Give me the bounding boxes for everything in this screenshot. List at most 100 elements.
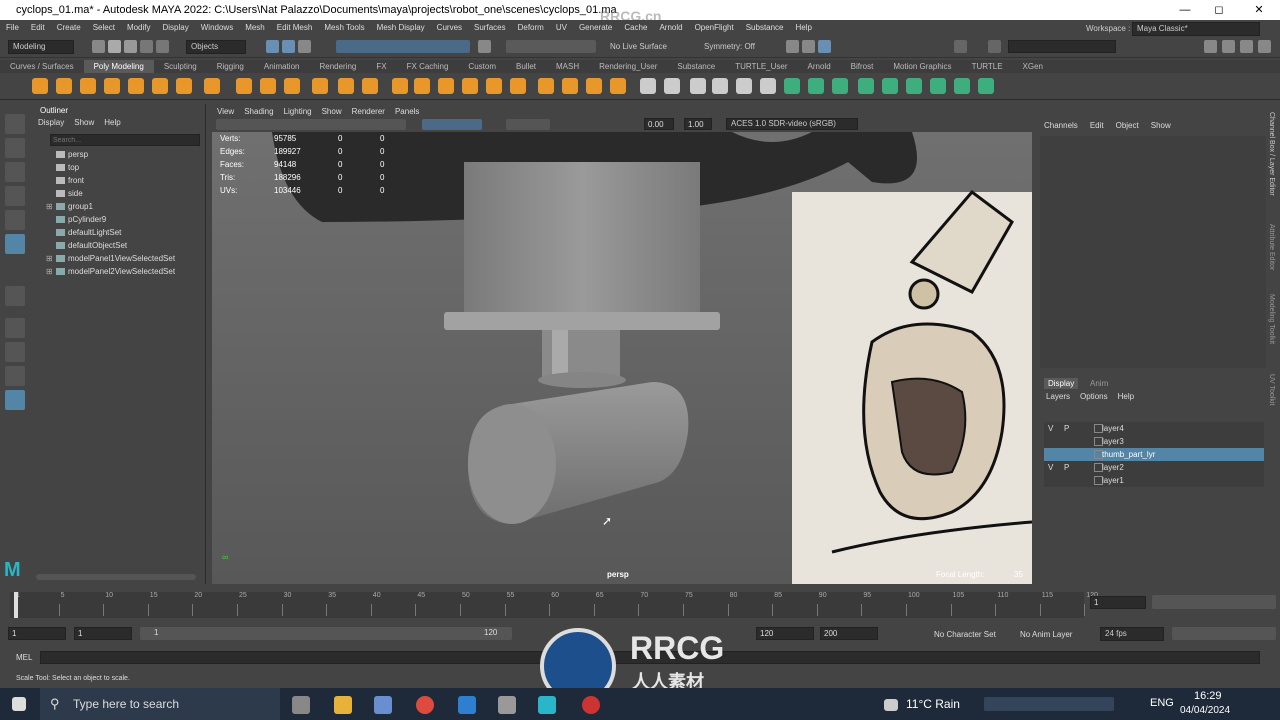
- side-tab-modeling-toolkit[interactable]: Modeling Toolkit: [1268, 294, 1275, 344]
- outliner-item[interactable]: defaultLightSet: [32, 226, 200, 239]
- last-tool-icon[interactable]: [5, 286, 25, 306]
- anim-layer-select[interactable]: No Anim Layer: [1020, 630, 1072, 639]
- playback-controls-icons[interactable]: [1152, 595, 1276, 609]
- time-slider[interactable]: 1510152025303540455055606570758085909510…: [0, 590, 1280, 620]
- language-indicator[interactable]: ENG: [1150, 697, 1174, 709]
- shelf-tab-fx[interactable]: FX: [366, 60, 396, 73]
- layer-row[interactable]: thumb_part_lyr: [1044, 448, 1264, 461]
- maya-taskbar-icon[interactable]: [538, 696, 556, 714]
- side-tab-channel-box[interactable]: Channel Box / Layer Editor: [1268, 112, 1275, 196]
- layer-name[interactable]: layer1: [1102, 474, 1124, 487]
- range-bar[interactable]: 1 120: [140, 627, 512, 640]
- viewport-menu-show[interactable]: Show: [317, 106, 347, 118]
- shelf-tool-icon[interactable]: [858, 78, 874, 94]
- menu-edit[interactable]: Edit: [25, 23, 51, 32]
- shelf-tool-icon[interactable]: [640, 78, 656, 94]
- camera-tools-icons[interactable]: [216, 119, 406, 130]
- task-view-icon[interactable]: [292, 696, 310, 714]
- workspace-select[interactable]: Maya Classic*: [1132, 22, 1260, 36]
- expand-icon[interactable]: ⊞: [46, 200, 53, 213]
- character-set-select[interactable]: No Character Set: [934, 630, 996, 639]
- paint-select-tool-icon[interactable]: [5, 162, 25, 182]
- outliner-search-input[interactable]: [50, 134, 200, 146]
- command-field[interactable]: [1008, 40, 1116, 53]
- channel-menu-edit[interactable]: Edit: [1090, 121, 1104, 130]
- layers-menu-layers[interactable]: Layers: [1046, 392, 1070, 401]
- shelf-tool-icon[interactable]: [760, 78, 776, 94]
- shelf-tool-icon[interactable]: [510, 78, 526, 94]
- menu-uv[interactable]: UV: [550, 23, 573, 32]
- open-scene-icon[interactable]: [108, 40, 121, 53]
- single-perspective-layout-icon[interactable]: [5, 318, 25, 338]
- menu-modify[interactable]: Modify: [121, 23, 157, 32]
- outliner-item[interactable]: front: [32, 174, 200, 187]
- layers-menu-options[interactable]: Options: [1080, 392, 1108, 401]
- calculator-icon[interactable]: [498, 696, 516, 714]
- four-view-layout-icon[interactable]: [5, 342, 25, 362]
- shelf-tool-icon[interactable]: [32, 78, 48, 94]
- snap-icons[interactable]: [506, 40, 596, 53]
- shelf-tab-xgen[interactable]: XGen: [1013, 60, 1053, 73]
- end-time-field[interactable]: 200: [820, 627, 878, 640]
- fps-select[interactable]: 24 fps: [1100, 627, 1164, 641]
- file-explorer-icon[interactable]: [334, 696, 352, 714]
- menu-display[interactable]: Display: [157, 23, 195, 32]
- shelf-tab-poly-modeling[interactable]: Poly Modeling: [83, 60, 154, 73]
- menu-deform[interactable]: Deform: [512, 23, 550, 32]
- shelf-tab-bifrost[interactable]: Bifrost: [841, 60, 884, 73]
- shelf-tool-icon[interactable]: [906, 78, 922, 94]
- shelf-tab-sculpting[interactable]: Sculpting: [154, 60, 207, 73]
- shelf-tool-icon[interactable]: [462, 78, 478, 94]
- lasso-tool-icon[interactable]: [5, 138, 25, 158]
- shelf-tool-icon[interactable]: [538, 78, 554, 94]
- scale-tool-icon[interactable]: [5, 234, 25, 254]
- shelf-tab-rigging[interactable]: Rigging: [207, 60, 254, 73]
- select-hierarchy-icon[interactable]: [266, 40, 279, 53]
- shelf-tool-icon[interactable]: [784, 78, 800, 94]
- shelf-tab-arnold[interactable]: Arnold: [798, 60, 841, 73]
- microsoft-store-icon[interactable]: [374, 696, 392, 714]
- shelf-tab-substance[interactable]: Substance: [667, 60, 725, 73]
- layer-visibility-toggle[interactable]: V: [1048, 422, 1053, 435]
- layer-row[interactable]: layer1: [1044, 474, 1264, 487]
- mel-label[interactable]: MEL: [16, 653, 32, 662]
- outliner-item[interactable]: ⊞ group1: [32, 200, 200, 213]
- selection-mode-select[interactable]: Objects: [186, 40, 246, 54]
- outliner-scrollbar[interactable]: [36, 574, 196, 580]
- outliner-item[interactable]: side: [32, 187, 200, 200]
- channel-menu-channels[interactable]: Channels: [1044, 121, 1078, 130]
- shelf-tool-icon[interactable]: [832, 78, 848, 94]
- menu-mesh-tools[interactable]: Mesh Tools: [318, 23, 370, 32]
- menu-create[interactable]: Create: [51, 23, 87, 32]
- outliner-item[interactable]: top: [32, 161, 200, 174]
- shelf-tool-icon[interactable]: [438, 78, 454, 94]
- undo-icon[interactable]: [140, 40, 153, 53]
- menu-mesh-display[interactable]: Mesh Display: [371, 23, 431, 32]
- mode-select[interactable]: Modeling: [8, 40, 74, 54]
- layer-name[interactable]: layer3: [1102, 435, 1124, 448]
- layer-playback-toggle[interactable]: P: [1064, 461, 1069, 474]
- outliner-menu-show[interactable]: Show: [74, 118, 94, 127]
- shelf-tab-bullet[interactable]: Bullet: [506, 60, 546, 73]
- layer-name[interactable]: thumb_part_lyr: [1102, 448, 1155, 461]
- playback-start-field[interactable]: 1: [74, 627, 132, 640]
- shelf-tool-icon[interactable]: [954, 78, 970, 94]
- display-options-icons[interactable]: [506, 119, 550, 130]
- shelf-tab-mash[interactable]: MASH: [546, 60, 589, 73]
- close-button[interactable]: ✕: [1240, 0, 1278, 20]
- weather-icon[interactable]: [884, 699, 898, 711]
- channel-box-icon[interactable]: [1258, 40, 1271, 53]
- select-tool-icon[interactable]: [5, 114, 25, 134]
- shelf-tool-icon[interactable]: [882, 78, 898, 94]
- gamma-field[interactable]: 1.00: [684, 118, 712, 130]
- viewport-panel[interactable]: View Shading Lighting Show Renderer Panels 0.…: [212, 106, 1032, 584]
- redo-icon[interactable]: [156, 40, 169, 53]
- menu-arnold[interactable]: Arnold: [653, 23, 688, 32]
- layer-visibility-toggle[interactable]: V: [1048, 461, 1053, 474]
- shelf-tool-icon[interactable]: [176, 78, 192, 94]
- shelf-tool-icon[interactable]: [392, 78, 408, 94]
- shelf-tool-icon[interactable]: [128, 78, 144, 94]
- maximize-button[interactable]: ◻: [1200, 0, 1238, 20]
- shelf-tool-icon[interactable]: [690, 78, 706, 94]
- clock-date[interactable]: 04/04/2024: [1180, 705, 1230, 716]
